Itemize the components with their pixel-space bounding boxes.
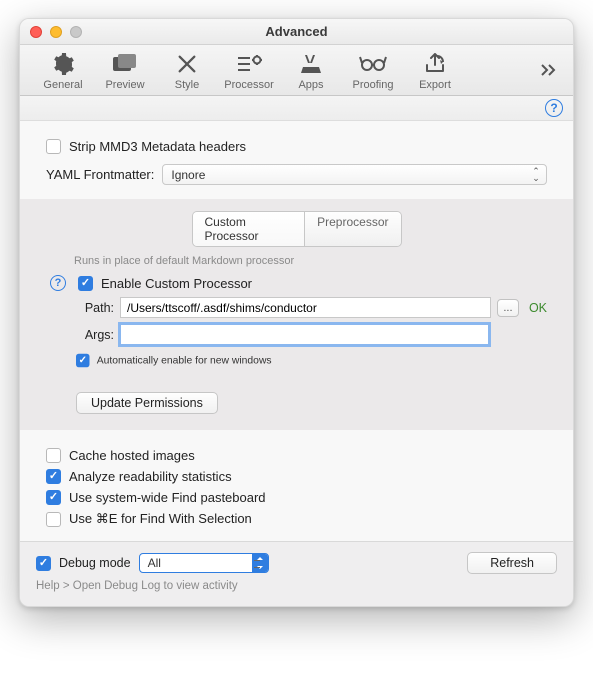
toolbar-label: Preview <box>105 79 144 91</box>
toolbar-label: Style <box>175 79 199 91</box>
args-input[interactable] <box>120 324 489 345</box>
debug-mode-label: Debug mode <box>59 556 131 570</box>
processor-hint: Runs in place of default Markdown proces… <box>74 255 547 267</box>
readability-checkbox[interactable] <box>46 469 61 484</box>
metadata-section: Strip MMD3 Metadata headers YAML Frontma… <box>20 121 573 199</box>
processor-help-icon[interactable]: ? <box>50 275 66 291</box>
help-icon[interactable]: ? <box>545 99 563 117</box>
toolbar-preview[interactable]: Preview <box>94 51 156 91</box>
cmd-e-label: Use ⌘E for Find With Selection <box>69 511 252 527</box>
browse-button[interactable]: ... <box>497 299 519 317</box>
apps-icon <box>297 51 325 77</box>
tab-custom-processor[interactable]: Custom Processor <box>193 212 306 246</box>
cache-images-checkbox[interactable] <box>46 448 61 463</box>
toolbar-general[interactable]: General <box>32 51 94 91</box>
processor-icon <box>235 51 263 77</box>
debug-filter-select[interactable]: All <box>139 553 269 573</box>
toolbar-label: General <box>43 79 82 91</box>
enable-custom-processor-checkbox[interactable] <box>78 276 93 291</box>
auto-enable-label: Automatically enable for new windows <box>97 355 272 366</box>
processor-section: Custom Processor Preprocessor Runs in pl… <box>20 199 573 430</box>
tab-preprocessor[interactable]: Preprocessor <box>305 212 400 246</box>
path-input[interactable] <box>120 297 491 318</box>
debug-filter-value: All <box>148 556 161 570</box>
strip-mmd3-label: Strip MMD3 Metadata headers <box>69 139 246 154</box>
yaml-value: Ignore <box>171 168 205 182</box>
options-section: Cache hosted images Analyze readability … <box>20 430 573 541</box>
strip-mmd3-checkbox[interactable] <box>46 139 61 154</box>
titlebar: Advanced <box>20 19 573 45</box>
window-title: Advanced <box>20 24 573 39</box>
cache-images-label: Cache hosted images <box>69 448 195 463</box>
content: Strip MMD3 Metadata headers YAML Frontma… <box>20 121 573 606</box>
find-pasteboard-label: Use system-wide Find pasteboard <box>69 490 266 505</box>
find-pasteboard-checkbox[interactable] <box>46 490 61 505</box>
path-label: Path: <box>74 301 114 315</box>
auto-enable-checkbox[interactable] <box>76 354 90 368</box>
readability-label: Analyze readability statistics <box>69 469 232 484</box>
toolbar-processor[interactable]: Processor <box>218 51 280 91</box>
help-row: ? <box>20 96 573 121</box>
preferences-window: Advanced General Preview Style Processor <box>19 18 574 607</box>
cmd-e-checkbox[interactable] <box>46 512 61 527</box>
footer-note: Help > Open Debug Log to view activity <box>20 580 573 606</box>
update-permissions-button[interactable]: Update Permissions <box>76 392 218 414</box>
preview-icon <box>111 51 139 77</box>
toolbar-overflow[interactable] <box>539 61 561 82</box>
processor-tabs: Custom Processor Preprocessor <box>192 211 402 247</box>
export-icon <box>421 51 449 77</box>
toolbar-proofing[interactable]: Proofing <box>342 51 404 91</box>
toolbar-style[interactable]: Style <box>156 51 218 91</box>
footer: Debug mode All Refresh <box>20 541 573 580</box>
toolbar-label: Export <box>419 79 451 91</box>
style-icon <box>173 51 201 77</box>
args-label: Args: <box>74 328 114 342</box>
toolbar-label: Apps <box>298 79 323 91</box>
toolbar-label: Processor <box>224 79 274 91</box>
path-ok-label: OK <box>529 301 547 315</box>
refresh-button[interactable]: Refresh <box>467 552 557 574</box>
enable-custom-processor-label: Enable Custom Processor <box>101 276 252 291</box>
toolbar-label: Proofing <box>353 79 394 91</box>
glasses-icon <box>359 51 387 77</box>
debug-mode-checkbox[interactable] <box>36 556 51 571</box>
yaml-label: YAML Frontmatter: <box>46 167 154 182</box>
gear-icon <box>49 51 77 77</box>
yaml-frontmatter-select[interactable]: Ignore <box>162 164 547 185</box>
toolbar-apps[interactable]: Apps <box>280 51 342 91</box>
toolbar: General Preview Style Processor Apps <box>20 45 573 96</box>
toolbar-export[interactable]: Export <box>404 51 466 91</box>
